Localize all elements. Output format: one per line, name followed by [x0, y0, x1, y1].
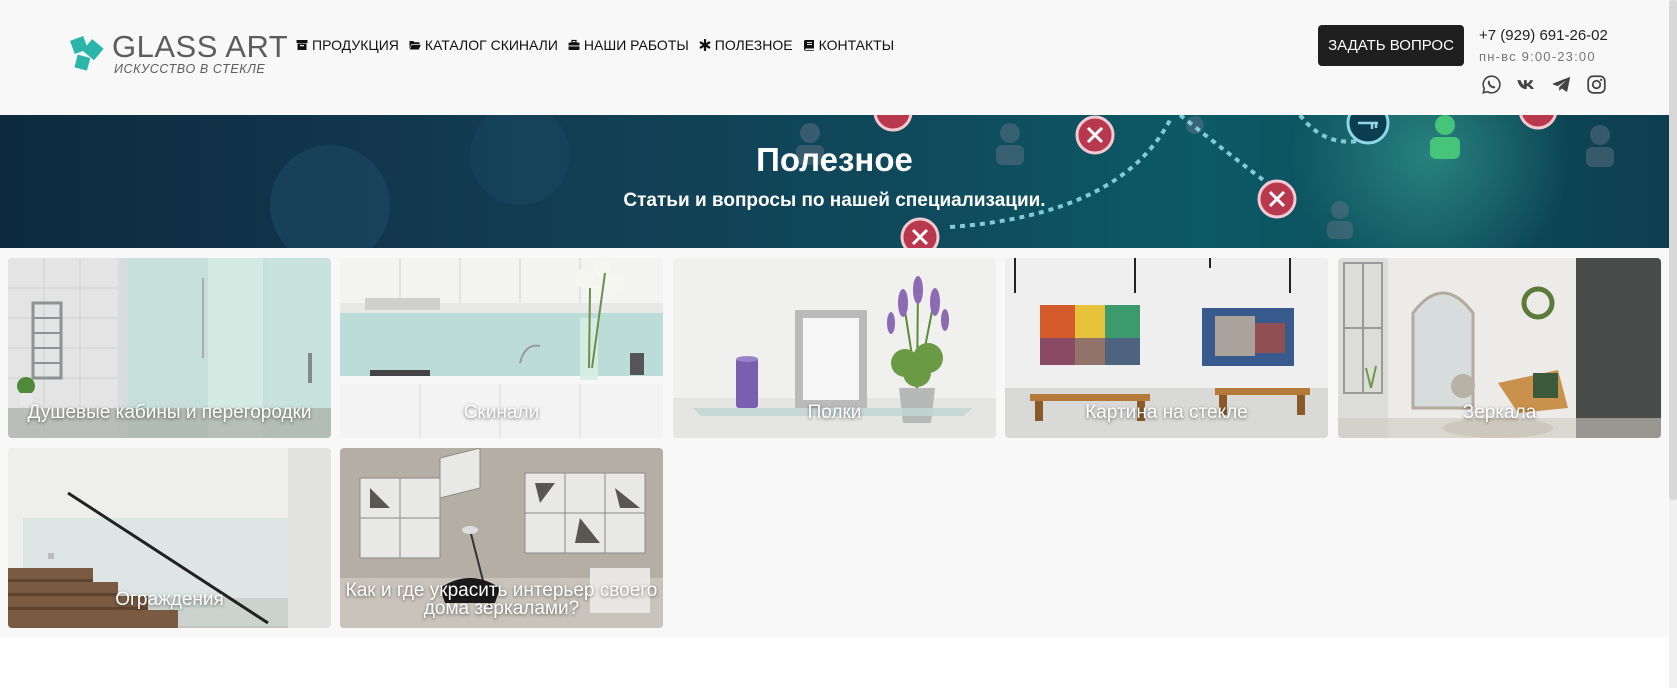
nav-item-label: КАТАЛОГ СКИНАЛИ	[424, 37, 558, 53]
card-label: Зеркала	[1462, 402, 1537, 423]
card-railings[interactable]: Ограждения	[8, 448, 331, 628]
logo-name: GLASS ART	[112, 29, 289, 64]
telegram-icon	[1552, 77, 1571, 92]
card-decorate-with-mirrors[interactable]: Как и где украсить интерьер своего дома …	[340, 448, 663, 628]
page: GLASS ART ИСКУССТВО В СТЕКЛЕ ПРОДУКЦИЯ К…	[0, 0, 1677, 688]
nav-item-our-works[interactable]: НАШИ РАБОТЫ	[568, 37, 689, 53]
scrollbar-thumb[interactable]	[1669, 0, 1677, 500]
nav-item-label: НАШИ РАБОТЫ	[583, 37, 689, 53]
nav-item-skinali-catalog[interactable]: КАТАЛОГ СКИНАЛИ	[409, 37, 558, 53]
card-label: Ограждения	[115, 589, 224, 610]
social-links	[1481, 74, 1607, 95]
card-shower-cabins[interactable]: Душевые кабины и перегородки	[8, 258, 331, 438]
logo-icon	[70, 36, 104, 71]
site-header: GLASS ART ИСКУССТВО В СТЕКЛЕ ПРОДУКЦИЯ К…	[0, 0, 1669, 115]
whatsapp-link[interactable]	[1481, 74, 1502, 95]
briefcase-icon	[568, 39, 580, 50]
nav-item-contacts[interactable]: КОНТАКТЫ	[803, 37, 895, 53]
card-label: Полки	[807, 402, 862, 423]
logo-tagline: ИСКУССТВО В СТЕКЛЕ	[114, 62, 266, 76]
card-picture-on-glass[interactable]: Картина на стекле	[1005, 258, 1328, 438]
main-nav: ПРОДУКЦИЯ КАТАЛОГ СКИНАЛИ НАШИ РАБОТЫ ПО…	[296, 37, 894, 53]
archive-icon	[296, 40, 308, 50]
instagram-icon	[1587, 75, 1606, 94]
hero-background-image	[270, 115, 1614, 248]
card-label: Скинали	[463, 402, 540, 423]
whatsapp-icon	[1482, 75, 1501, 94]
hero-banner: Полезное Статьи и вопросы по нашей специ…	[0, 115, 1669, 248]
telegram-link[interactable]	[1551, 74, 1572, 95]
logo[interactable]: GLASS ART ИСКУССТВО В СТЕКЛЕ	[70, 29, 288, 78]
instagram-link[interactable]	[1586, 74, 1607, 95]
folder-open-icon	[409, 41, 421, 50]
nav-item-label: ПРОДУКЦИЯ	[312, 37, 399, 53]
card-skinali[interactable]: Скинали	[340, 258, 663, 438]
page-title: Полезное	[756, 141, 913, 178]
scrollbar[interactable]	[1669, 0, 1677, 688]
nav-item-useful[interactable]: ПОЛЕЗНОЕ	[699, 37, 793, 53]
book-icon	[803, 40, 814, 51]
asterisk-icon	[699, 39, 711, 51]
card-mirrors[interactable]: Зеркала	[1338, 258, 1661, 438]
page-subtitle: Статьи и вопросы по нашей специализации.	[623, 190, 1046, 211]
vk-icon	[1517, 80, 1534, 90]
nav-item-products[interactable]: ПРОДУКЦИЯ	[296, 37, 399, 53]
vk-link[interactable]	[1516, 74, 1537, 95]
phone-number[interactable]: +7 (929) 691-26-02	[1479, 27, 1608, 44]
articles-grid: Душевые кабины и перегородки Скинали Пол…	[0, 248, 1669, 638]
card-label: Душевые кабины и перегородки	[27, 402, 312, 423]
ask-question-button[interactable]: ЗАДАТЬ ВОПРОС	[1318, 25, 1464, 66]
card-label: Как и где украсить интерьер своего дома …	[345, 580, 658, 619]
card-label: Картина на стекле	[1085, 402, 1248, 423]
nav-item-label: КОНТАКТЫ	[818, 37, 895, 53]
nav-item-label: ПОЛЕЗНОЕ	[714, 37, 793, 53]
working-hours: пн-вс 9:00-23:00	[1479, 49, 1596, 64]
card-shelves[interactable]: Полки	[673, 258, 996, 438]
